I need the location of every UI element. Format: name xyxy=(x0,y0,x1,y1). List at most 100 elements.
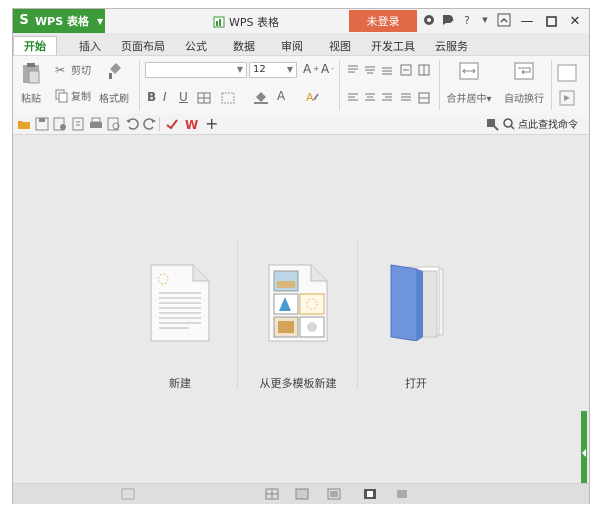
chevron-down-icon: ▼ xyxy=(286,65,293,74)
chevron-down-icon: ▼ xyxy=(96,16,104,26)
tab-developer[interactable]: 开发工具 xyxy=(361,37,425,55)
cut-button[interactable]: ✂ 剪切 xyxy=(55,62,91,78)
ribbon-tabs: 开始 插入 页面布局 公式 数据 审阅 视图 开发工具 云服务 xyxy=(13,35,589,55)
tab-insert[interactable]: 插入 xyxy=(69,37,111,55)
new-document-action[interactable]: 新建 xyxy=(125,255,235,390)
ribbon-separator xyxy=(439,60,440,110)
minimize-button[interactable]: — xyxy=(517,11,537,31)
feedback-icon[interactable] xyxy=(441,12,455,28)
undo-icon[interactable] xyxy=(125,117,139,131)
print-icon[interactable] xyxy=(89,117,103,131)
ribbon-more-icon[interactable] xyxy=(559,90,575,106)
redo-icon[interactable] xyxy=(143,117,157,131)
font-size-select[interactable]: 12 ▼ xyxy=(249,62,297,78)
share-icon[interactable] xyxy=(165,117,179,131)
paste-icon xyxy=(23,63,40,84)
paste-label: 粘贴 xyxy=(21,94,41,105)
wrap-text-label: 自动换行 xyxy=(504,94,544,105)
ribbon-toolbar: 粘贴 ✂ 剪切 复制 格式刷 ▼ 12 ▼ A + A- B I U A A 合… xyxy=(13,55,589,115)
login-button[interactable]: 未登录 xyxy=(349,10,417,32)
fill-grid-icon[interactable] xyxy=(221,92,237,104)
merge-center-button[interactable]: 合并居中▾ xyxy=(443,62,495,105)
normal-view-icon[interactable] xyxy=(265,488,279,500)
ribbon-separator xyxy=(339,60,340,110)
ribbon-separator xyxy=(551,60,552,110)
copy-button[interactable]: 复制 xyxy=(55,88,91,103)
skin-icon[interactable] xyxy=(423,12,435,28)
print-preview-icon[interactable] xyxy=(107,117,121,131)
qbar-separator xyxy=(159,117,160,131)
chevron-down-icon[interactable]: ▼ xyxy=(479,12,491,28)
app-menu-button[interactable]: S WPS 表格 ▼ xyxy=(13,9,105,33)
document-title: WPS 表格 xyxy=(213,14,279,30)
save-as-icon[interactable] xyxy=(53,117,67,131)
blank-document-icon xyxy=(150,264,210,342)
tab-cloud-service[interactable]: 云服务 xyxy=(425,37,478,55)
ribbon-separator xyxy=(139,60,140,110)
copy-label: 复制 xyxy=(71,92,91,103)
font-color-button[interactable]: A xyxy=(277,89,285,103)
chevron-down-icon: ▼ xyxy=(236,65,243,74)
customize-add-icon[interactable]: + xyxy=(205,114,218,133)
pin-icon[interactable] xyxy=(485,117,499,131)
clear-format-icon[interactable]: A xyxy=(305,90,321,104)
export-icon[interactable] xyxy=(71,117,85,131)
open-folder-large-icon xyxy=(390,264,444,342)
increase-font-button[interactable]: A + xyxy=(303,62,319,76)
quick-access-bar: W + 点此查找命令 xyxy=(13,114,589,135)
reading-mode-icon[interactable] xyxy=(363,488,377,500)
number-format-icon[interactable] xyxy=(557,64,577,82)
wrap-text-button[interactable]: 自动换行 xyxy=(499,62,549,105)
open-folder-icon[interactable] xyxy=(17,117,31,131)
scissors-icon: ✂ xyxy=(55,62,66,77)
template-document-icon xyxy=(268,264,328,342)
italic-button[interactable]: I xyxy=(163,90,167,104)
page-break-view-icon[interactable] xyxy=(295,488,309,500)
tab-home[interactable]: 开始 xyxy=(13,36,57,55)
open-document-action[interactable]: 打开 xyxy=(361,255,471,390)
wps-logo-icon: S xyxy=(19,13,29,28)
tab-review[interactable]: 审阅 xyxy=(271,37,313,55)
font-name-select[interactable]: ▼ xyxy=(145,62,247,78)
title-bar: S WPS 表格 ▼ WPS 表格 未登录 ? ▼ — ✕ xyxy=(13,9,589,33)
merge-center-icon xyxy=(459,62,479,80)
bold-button[interactable]: B xyxy=(147,90,156,104)
document-title-text: WPS 表格 xyxy=(229,16,279,29)
borders-icon[interactable] xyxy=(197,92,213,104)
tab-page-layout[interactable]: 页面布局 xyxy=(111,37,175,55)
svg-text:A: A xyxy=(306,91,314,104)
cut-label: 剪切 xyxy=(71,66,91,77)
wps-w-icon[interactable]: W xyxy=(185,117,199,131)
search-label: 点此查找命令 xyxy=(518,120,578,131)
underline-button[interactable]: U xyxy=(179,90,188,104)
wps-window: S WPS 表格 ▼ WPS 表格 未登录 ? ▼ — ✕ 开始 插入 页面布局… xyxy=(12,8,590,504)
tab-formulas[interactable]: 公式 xyxy=(175,37,217,55)
tab-view[interactable]: 视图 xyxy=(319,37,361,55)
sheet-icon[interactable] xyxy=(121,488,135,500)
collapse-ribbon-icon[interactable] xyxy=(497,12,511,28)
start-page: 新建 从更多模板新建 打开 xyxy=(13,135,589,495)
action-divider xyxy=(237,239,238,389)
search-icon xyxy=(503,117,515,130)
copy-icon xyxy=(55,89,68,102)
format-painter-button[interactable]: 格式刷 xyxy=(99,62,129,105)
close-button[interactable]: ✕ xyxy=(565,11,585,31)
wrap-text-icon xyxy=(514,62,534,80)
horizontal-align-icons[interactable] xyxy=(347,92,437,104)
titlebar-tools: ? ▼ xyxy=(423,12,511,28)
status-bar xyxy=(13,483,589,504)
page-layout-view-icon[interactable] xyxy=(327,488,341,500)
spreadsheet-doc-icon xyxy=(213,16,225,28)
command-search[interactable]: 点此查找命令 xyxy=(503,116,578,131)
paste-button[interactable]: 粘贴 xyxy=(21,62,41,105)
vertical-align-icons[interactable] xyxy=(347,64,437,76)
new-from-template-action[interactable]: 从更多模板新建 xyxy=(243,255,353,390)
help-icon[interactable]: ? xyxy=(461,12,473,28)
save-icon[interactable] xyxy=(35,117,49,131)
maximize-button[interactable] xyxy=(541,11,561,31)
decrease-font-button[interactable]: A- xyxy=(321,62,334,76)
font-size-value: 12 xyxy=(253,64,266,75)
fill-color-icon[interactable] xyxy=(253,90,269,104)
tab-data[interactable]: 数据 xyxy=(223,37,265,55)
zoom-icon[interactable] xyxy=(395,488,409,500)
